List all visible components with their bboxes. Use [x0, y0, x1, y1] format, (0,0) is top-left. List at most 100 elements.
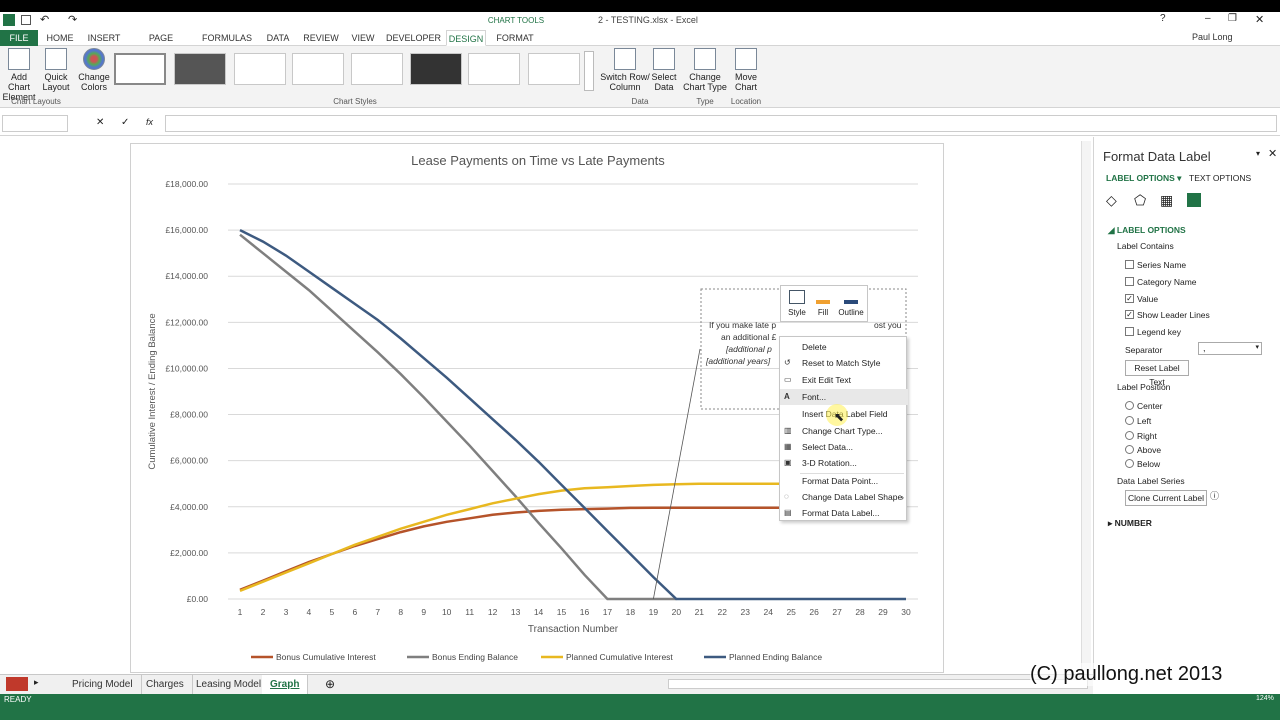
select-data-icon: ▦	[784, 442, 792, 451]
menu-reset-to-match-style[interactable]: ↺ Reset to Match Style	[780, 355, 908, 371]
x-tick-label: 11	[465, 607, 474, 617]
user-name[interactable]: Paul Long	[1192, 32, 1233, 42]
tab-data[interactable]: DATA	[262, 30, 294, 46]
tab-insert[interactable]: INSERT	[84, 30, 124, 46]
sheet-tab-leasing-model[interactable]: Leasing Model	[188, 675, 271, 695]
new-sheet-icon[interactable]: ⊕	[325, 677, 335, 691]
outline-button[interactable]: Outline	[837, 288, 865, 318]
menu-exit-edit-text[interactable]: ▭ Exit Edit Text	[780, 372, 908, 388]
tab-view[interactable]: VIEW	[348, 30, 378, 46]
undo-icon[interactable]: ↶	[40, 13, 49, 26]
sheet-tab-graph[interactable]: Graph	[262, 675, 309, 695]
tab-home[interactable]: HOME	[42, 30, 78, 46]
menu-delete[interactable]: Delete	[780, 339, 908, 355]
chart-style-4[interactable]	[292, 53, 344, 85]
tab-file[interactable]: FILE	[0, 30, 38, 46]
reset-label-text-button[interactable]: Reset Label Text	[1125, 360, 1189, 387]
label-position-heading: Label Position	[1117, 382, 1171, 392]
style-button[interactable]: Style	[785, 288, 809, 318]
help-icon[interactable]: ?	[1160, 13, 1166, 24]
tab-review[interactable]: REVIEW	[302, 30, 340, 46]
group-type: Type	[696, 97, 714, 106]
menu-change-chart-type[interactable]: ▥ Change Chart Type...	[780, 423, 908, 439]
chart-style-7[interactable]	[468, 53, 520, 85]
tab-page-layout[interactable]: PAGE LAYOUT	[130, 30, 192, 59]
value-checkbox[interactable]: ✓	[1125, 294, 1134, 303]
section-number[interactable]: ▸ NUMBER	[1108, 518, 1152, 529]
menu-font[interactable]: A Font...	[780, 389, 908, 405]
horizontal-scrollbar[interactable]	[668, 679, 1088, 689]
menu-format-data-label[interactable]: ▤ Format Data Label...	[780, 505, 908, 521]
minimize-icon[interactable]: –	[1205, 13, 1211, 24]
chart-style-5[interactable]	[351, 53, 403, 85]
chart-style-6[interactable]	[410, 53, 462, 85]
size-properties-icon[interactable]: ▦	[1160, 192, 1173, 209]
fx-icon[interactable]: fx	[146, 117, 153, 127]
sheet-tab-pricing-model[interactable]: Pricing Model	[64, 675, 142, 695]
x-tick-label: 23	[741, 607, 751, 617]
tab-design[interactable]: DESIGN	[446, 30, 486, 46]
group-data: Data	[631, 97, 649, 106]
menu-change-data-label-shape[interactable]: ◌ Change Data Label Shape ›	[780, 489, 908, 505]
add-chart-element-button[interactable]: Add Chart Element	[0, 48, 38, 102]
annotation-line-2: an additional £	[721, 332, 777, 342]
tab-label-options[interactable]: LABEL OPTIONS ▾	[1106, 173, 1181, 184]
close-icon[interactable]: ✕	[1255, 13, 1264, 26]
switch-row-column-button[interactable]: Switch Row/ Column	[600, 48, 650, 92]
fill-line-icon[interactable]: ◇	[1106, 192, 1117, 209]
chart-style-8[interactable]	[528, 53, 580, 85]
move-chart-button[interactable]: Move Chart	[732, 48, 760, 92]
series-name-checkbox[interactable]	[1125, 260, 1134, 269]
position-center-radio[interactable]	[1125, 401, 1134, 410]
clone-current-label-button[interactable]: Clone Current Label	[1125, 490, 1207, 506]
pane-options-icon[interactable]: ▾	[1256, 149, 1260, 158]
select-data-button[interactable]: Select Data	[650, 48, 678, 92]
effects-icon[interactable]: ⬠	[1134, 192, 1146, 209]
category-name-checkbox[interactable]	[1125, 277, 1134, 286]
position-left-radio[interactable]	[1125, 416, 1134, 425]
legend-key-checkbox[interactable]	[1125, 327, 1134, 336]
label-options-icon[interactable]	[1187, 193, 1201, 207]
chart-style-1[interactable]	[114, 53, 166, 85]
scroll-tabs-icon[interactable]: ▸	[34, 677, 39, 688]
position-below-radio[interactable]	[1125, 459, 1134, 468]
separator-dropdown[interactable]: , ▾	[1198, 342, 1262, 355]
x-tick-label: 7	[375, 607, 380, 617]
menu-3d-rotation[interactable]: ▣ 3-D Rotation...	[780, 455, 908, 471]
legend-entry: Bonus Cumulative Interest	[276, 652, 376, 662]
enter-icon[interactable]: ✓	[121, 117, 129, 128]
tab-developer[interactable]: DEVELOPER	[386, 30, 441, 46]
sheet-tab-charges[interactable]: Charges	[138, 675, 193, 695]
cancel-icon[interactable]: ✕	[96, 117, 104, 128]
zoom-level[interactable]: 124%	[1256, 695, 1274, 702]
x-tick-label: 21	[695, 607, 705, 617]
save-icon[interactable]	[21, 15, 31, 25]
position-right-radio[interactable]	[1125, 431, 1134, 440]
quick-layout-button[interactable]: Quick Layout	[40, 48, 72, 92]
menu-select-data[interactable]: ▦ Select Data...	[780, 439, 908, 455]
leader-lines-checkbox[interactable]: ✓	[1125, 310, 1134, 319]
change-chart-type-button[interactable]: Change Chart Type	[682, 48, 728, 92]
styles-scroll[interactable]	[584, 51, 594, 91]
x-tick-label: 25	[786, 607, 796, 617]
x-tick-label: 8	[398, 607, 403, 617]
formula-input[interactable]	[165, 115, 1277, 132]
fill-button[interactable]: Fill	[813, 288, 833, 318]
section-label-options[interactable]: ◢ LABEL OPTIONS	[1108, 225, 1186, 236]
tab-text-options[interactable]: TEXT OPTIONS	[1189, 173, 1251, 183]
redo-icon[interactable]: ↷	[68, 13, 77, 26]
record-macro-icon[interactable]	[6, 677, 28, 691]
chart-style-3[interactable]	[234, 53, 286, 85]
tab-formulas[interactable]: FORMULAS	[200, 30, 254, 46]
x-tick-label: 28	[855, 607, 865, 617]
tab-format[interactable]: FORMAT	[492, 30, 538, 46]
chart-style-2[interactable]	[174, 53, 226, 85]
restore-icon[interactable]: ❐	[1228, 13, 1237, 24]
vertical-scrollbar[interactable]	[1081, 141, 1091, 671]
position-above-radio[interactable]	[1125, 445, 1134, 454]
name-box[interactable]	[2, 115, 68, 132]
pane-close-icon[interactable]: ✕	[1268, 147, 1277, 160]
change-colors-button[interactable]: Change Colors	[76, 48, 112, 92]
leader-line	[652, 348, 701, 600]
menu-format-data-point[interactable]: Format Data Point...	[780, 473, 908, 489]
